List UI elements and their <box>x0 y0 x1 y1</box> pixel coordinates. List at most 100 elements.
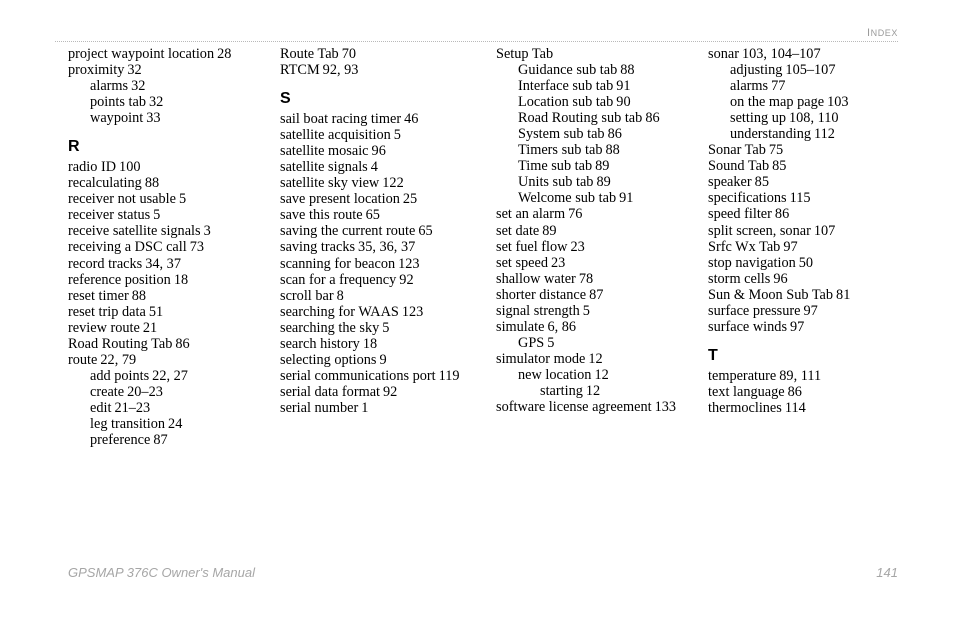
index-entry-pages: 5 <box>547 334 555 351</box>
index-entry-pages: 119 <box>438 367 460 384</box>
index-entry: adjusting 105–107 <box>708 62 913 78</box>
index-entry-pages: 6, 86 <box>547 318 577 335</box>
index-entry-term: surface pressure <box>708 302 801 319</box>
index-entry-term: receive satellite signals <box>68 223 201 240</box>
index-entry: System sub tab 86 <box>496 126 701 142</box>
index-entry-term: set date <box>496 222 540 239</box>
index-entry-term: speaker <box>708 174 752 191</box>
index-entry: receive satellite signals 3 <box>68 223 273 239</box>
index-entry: proximity 32 <box>68 62 273 78</box>
index-entry: speaker 85 <box>708 174 913 190</box>
index-entry-term: serial communications port <box>280 367 436 384</box>
index-entry-term: split screen, sonar <box>708 222 811 239</box>
index-entry: setting up 108, 110 <box>708 110 913 126</box>
index-entry-pages: 105–107 <box>785 62 836 79</box>
index-entry-term: simulator mode <box>496 350 586 367</box>
index-entry-term: proximity <box>68 62 125 79</box>
index-entry: Interface sub tab 91 <box>496 78 701 94</box>
index-entry-pages: 12 <box>594 366 609 383</box>
index-entry-term: software license agreement <box>496 399 652 416</box>
index-entry-term: leg transition <box>90 415 166 432</box>
index-entry-pages: 5 <box>153 207 161 224</box>
index-entry: reference position 18 <box>68 272 273 288</box>
index-entry-pages: 8 <box>336 287 344 304</box>
index-entry-pages: 34, 37 <box>145 255 181 272</box>
index-entry: satellite mosaic 96 <box>280 143 485 159</box>
index-entry-pages: 85 <box>772 158 787 175</box>
index-entry-pages: 5 <box>178 191 187 208</box>
index-entry-pages: 22, 27 <box>152 367 188 384</box>
index-entry: searching for WAAS 123 <box>280 304 485 320</box>
index-entry-pages: 73 <box>189 239 205 256</box>
index-entry: set fuel flow 23 <box>496 239 701 255</box>
index-letter-heading: R <box>68 138 80 156</box>
index-entry-term: shorter distance <box>496 286 587 303</box>
index-entry-pages: 97 <box>790 318 805 335</box>
index-entry-term: Interface sub tab <box>518 78 614 95</box>
index-entry: Setup Tab <box>496 46 701 62</box>
index-entry: satellite acquisition 5 <box>280 127 485 143</box>
index-entry-pages: 96 <box>371 143 386 160</box>
index-entry: shallow water 78 <box>496 271 701 287</box>
index-entry: surface winds 97 <box>708 319 913 335</box>
index-entry-pages: 18 <box>173 271 189 288</box>
index-letter-heading: T <box>708 346 718 364</box>
index-entry: save present location 25 <box>280 191 485 207</box>
index-letter-heading: S <box>280 90 291 108</box>
index-entry-pages: 51 <box>148 303 164 320</box>
index-entry: text language 86 <box>708 384 913 400</box>
index-entry-pages: 12 <box>588 350 603 367</box>
index-entry-term: save this route <box>280 207 363 224</box>
index-entry-pages: 87 <box>153 432 168 449</box>
header-section-label: Index <box>866 22 898 40</box>
index-entry-pages: 100 <box>119 159 141 176</box>
index-entry-term: set fuel flow <box>496 238 568 255</box>
index-entry-term: temperature <box>708 367 777 384</box>
index-entry: Road Routing Tab 86 <box>68 336 273 352</box>
index-entry: Welcome sub tab 91 <box>496 190 701 206</box>
index-entry-term: alarms <box>730 78 769 95</box>
index-entry-pages: 4 <box>370 159 378 176</box>
index-entry: set date 89 <box>496 223 701 239</box>
index-entry: Srfc Wx Tab 97 <box>708 239 913 255</box>
index-entry-pages: 88 <box>144 175 160 192</box>
index-entry-term: Road Routing Tab <box>68 335 173 352</box>
index-entry: satellite signals 4 <box>280 159 485 175</box>
index-entry-term: Road Routing sub tab <box>518 110 643 127</box>
index-entry-term: Sun & Moon Sub Tab <box>708 286 834 303</box>
index-entry: Sound Tab 85 <box>708 158 913 174</box>
index-entry: receiver status 5 <box>68 207 273 223</box>
index-column-1: project waypoint location 28 proximity 32 al… <box>68 46 273 448</box>
index-entry-term: searching the sky <box>280 319 380 336</box>
index-entry: Time sub tab 89 <box>496 158 701 174</box>
index-entry: starting 12 <box>496 383 701 399</box>
index-entry-pages: 75 <box>768 142 784 159</box>
index-entry-term: receiving a DSC call <box>68 239 187 256</box>
index-entry-pages: 81 <box>836 286 851 303</box>
index-entry-term: text language <box>708 383 785 400</box>
index-entry: saving the current route 65 <box>280 223 485 239</box>
index-entry: stop navigation 50 <box>708 255 913 271</box>
index-entry: preference 87 <box>68 432 273 448</box>
index-entry-pages: 65 <box>418 223 433 240</box>
index-entry: reset timer 88 <box>68 288 273 304</box>
index-entry-pages: 3 <box>203 223 211 240</box>
index-entry-pages: 21 <box>142 319 158 336</box>
index-entry-pages: 103 <box>827 94 849 111</box>
index-entry-term: GPS <box>518 334 545 351</box>
index-entry-term: satellite acquisition <box>280 127 391 144</box>
index-entry: surface pressure 97 <box>708 303 913 319</box>
index-entry-term: scanning for beacon <box>280 255 396 272</box>
index-entry: radio ID 100 <box>68 159 273 175</box>
index-entry-term: Time sub tab <box>518 158 593 175</box>
footer-page-number: 141 <box>876 565 898 580</box>
index-entry-pages: 89 <box>542 222 557 239</box>
index-entry: waypoint 33 <box>68 110 273 126</box>
index-entry-pages: 115 <box>789 190 811 207</box>
index-entry-term: Units sub tab <box>518 174 594 191</box>
index-entry-term: radio ID <box>68 159 117 176</box>
index-entry-pages: 122 <box>382 175 404 192</box>
index-entry: software license agreement 133 <box>496 399 701 415</box>
index-entry-pages: 24 <box>168 415 183 432</box>
index-entry-term: set an alarm <box>496 206 566 223</box>
